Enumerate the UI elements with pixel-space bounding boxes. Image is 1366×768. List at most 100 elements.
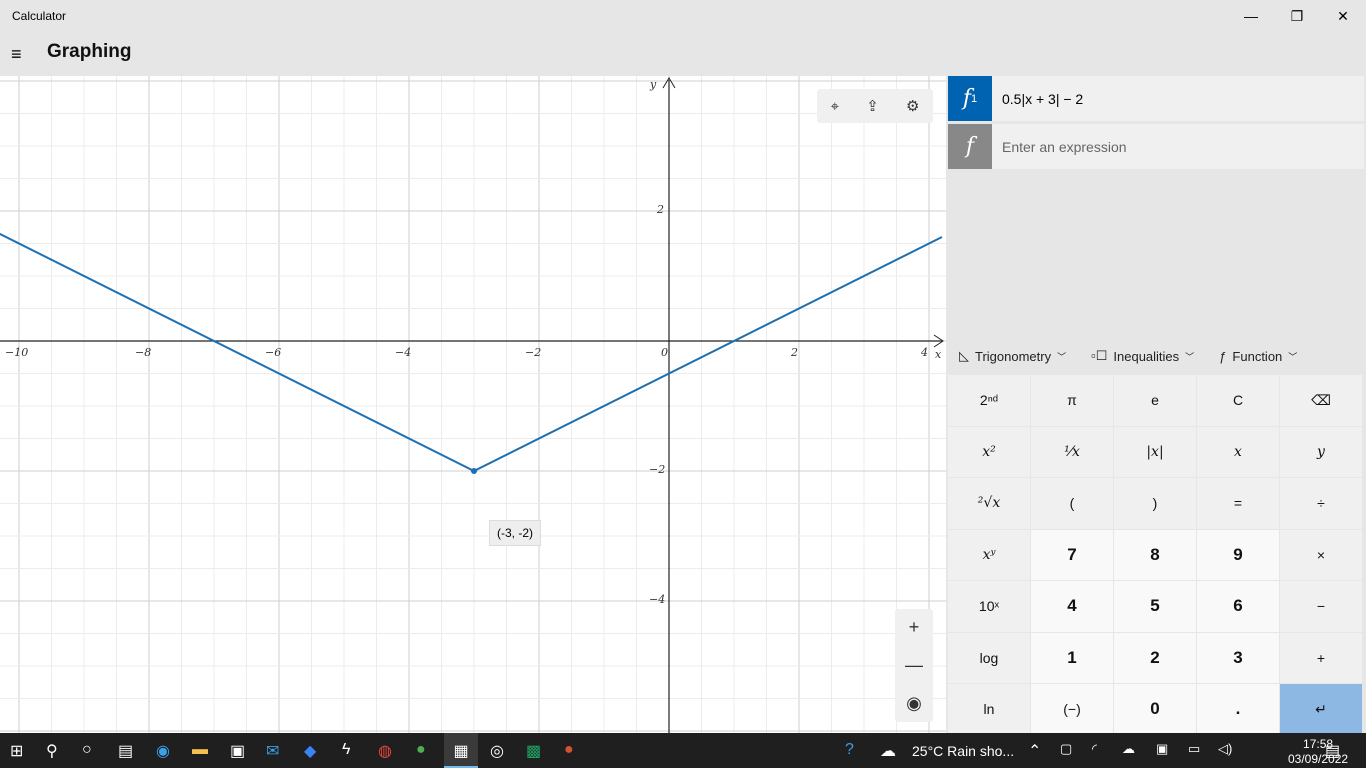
graph-settings-icon[interactable]: ⚙: [906, 97, 919, 115]
key-13[interactable]: =: [1197, 478, 1279, 529]
help-icon[interactable]: ?: [845, 741, 854, 759]
file-explorer-icon[interactable]: ▬: [192, 741, 208, 759]
key-7[interactable]: |x|: [1114, 426, 1196, 477]
key-1[interactable]: π: [1031, 375, 1113, 426]
search-icon[interactable]: ⚲: [46, 741, 58, 761]
expression-row-2[interactable]: f Enter an expression: [948, 124, 1364, 169]
onedrive-icon[interactable]: ☁: [1122, 741, 1135, 757]
chevron-down-icon: ﹀: [1288, 351, 1298, 362]
maximize-button[interactable]: ❐: [1274, 0, 1320, 32]
display-icon[interactable]: ▣: [1156, 741, 1168, 757]
key-18[interactable]: 9: [1197, 529, 1279, 580]
y-tick-label: 2: [657, 203, 664, 216]
key-32[interactable]: 0: [1114, 684, 1196, 735]
vertex-point[interactable]: [471, 468, 477, 474]
weather-icon[interactable]: ☁: [880, 741, 896, 761]
key-17[interactable]: 8: [1114, 529, 1196, 580]
app-icon[interactable]: ϟ: [342, 741, 350, 759]
share-icon[interactable]: ⇪: [866, 97, 879, 115]
key-20[interactable]: 10ˣ: [948, 581, 1030, 632]
x-tick-label: 2: [791, 346, 798, 359]
app-green-icon[interactable]: ●: [416, 741, 426, 759]
function-icon: ƒ: [1219, 348, 1227, 364]
key-29[interactable]: +: [1280, 632, 1362, 683]
minimize-button[interactable]: —: [1228, 0, 1274, 32]
key-15[interactable]: xʸ: [948, 529, 1030, 580]
expression-input[interactable]: Enter an expression: [1002, 139, 1127, 155]
title-bar: Calculator — ❐ ✕: [0, 0, 1366, 32]
close-button[interactable]: ✕: [1320, 0, 1366, 32]
key-25[interactable]: log: [948, 632, 1030, 683]
battery-icon[interactable]: ▭: [1188, 741, 1200, 757]
x-tick-label: 4: [921, 346, 928, 359]
key-31[interactable]: (−): [1031, 684, 1113, 735]
notifications-icon[interactable]: ▤: [1325, 741, 1340, 761]
chevron-up-icon[interactable]: ⌃: [1028, 741, 1041, 761]
key-11[interactable]: (: [1031, 478, 1113, 529]
chevron-down-icon: ﹀: [1057, 351, 1067, 362]
start-button[interactable]: ⊞: [10, 741, 23, 761]
volume-icon[interactable]: ◁): [1218, 741, 1232, 757]
point-tooltip: (-3, -2): [489, 520, 541, 546]
x-tick-label: −8: [135, 346, 152, 359]
key-22[interactable]: 5: [1114, 581, 1196, 632]
zoom-in-button[interactable]: +: [909, 617, 920, 638]
x-axis-label: x: [935, 348, 942, 361]
task-view-icon[interactable]: ▤: [118, 741, 133, 761]
expression-row-1[interactable]: f1 0.5|x + 3| − 2: [948, 76, 1364, 121]
wifi-icon[interactable]: ◜: [1092, 741, 1097, 757]
zoom-controls: + — ◉: [895, 609, 933, 722]
key-28[interactable]: 3: [1197, 632, 1279, 683]
calculator-taskbar-icon[interactable]: ▦: [444, 733, 478, 768]
excel-icon[interactable]: ▩: [526, 741, 541, 761]
key-3[interactable]: C: [1197, 375, 1279, 426]
key-19[interactable]: ×: [1280, 529, 1362, 580]
key-27[interactable]: 2: [1114, 632, 1196, 683]
edge-icon[interactable]: ◉: [156, 741, 170, 761]
hamburger-menu-icon[interactable]: ≡: [11, 44, 22, 65]
graph-canvas[interactable]: −10 −8 −6 −4 −2 0 2 4 2 −2 −4 y x (-3, -2): [0, 76, 946, 733]
key-26[interactable]: 1: [1031, 632, 1113, 683]
chrome-icon[interactable]: ◍: [378, 741, 392, 761]
key-34[interactable]: ↵: [1280, 684, 1362, 735]
key-6[interactable]: ¹⁄x: [1031, 426, 1113, 477]
key-16[interactable]: 7: [1031, 529, 1113, 580]
key-2[interactable]: e: [1114, 375, 1196, 426]
expression-value[interactable]: 0.5|x + 3| − 2: [1002, 91, 1083, 107]
page-title: Graphing: [47, 41, 132, 62]
key-9[interactable]: y: [1280, 426, 1362, 477]
reset-view-button[interactable]: ◉: [906, 693, 922, 714]
chevron-down-icon: ﹀: [1185, 351, 1195, 362]
dropbox-icon[interactable]: ◆: [304, 741, 316, 761]
cortana-icon[interactable]: ○: [82, 741, 92, 759]
trace-cursor-icon[interactable]: ⌖: [831, 98, 839, 115]
trigonometry-dropdown[interactable]: ◺ Trigonometry ﹀: [959, 348, 1066, 364]
mail-icon[interactable]: ✉: [266, 741, 279, 761]
y-axis-label: y: [650, 78, 657, 91]
weather-text[interactable]: 25°C Rain sho...: [912, 743, 1014, 759]
key-12[interactable]: ): [1114, 478, 1196, 529]
media-icon[interactable]: ◎: [490, 741, 504, 761]
key-14[interactable]: ÷: [1280, 478, 1362, 529]
triangle-icon: ◺: [959, 348, 969, 363]
zoom-out-button[interactable]: —: [905, 655, 923, 676]
key-24[interactable]: −: [1280, 581, 1362, 632]
key-4[interactable]: ⌫: [1280, 375, 1362, 426]
key-23[interactable]: 6: [1197, 581, 1279, 632]
key-10[interactable]: ²√x: [948, 478, 1030, 529]
key-30[interactable]: ln: [948, 684, 1030, 735]
camera-icon[interactable]: ▢: [1060, 741, 1072, 757]
key-21[interactable]: 4: [1031, 581, 1113, 632]
header: ≡ Graphing: [0, 32, 946, 76]
graph-svg: [0, 76, 946, 733]
key-0[interactable]: 2ⁿᵈ: [948, 375, 1030, 426]
inequalities-dropdown[interactable]: ▫☐ Inequalities ﹀: [1091, 348, 1194, 364]
key-5[interactable]: x²: [948, 426, 1030, 477]
function-dropdown[interactable]: ƒ Function ﹀: [1219, 349, 1297, 364]
powerpoint-icon[interactable]: ●: [564, 741, 574, 759]
key-33[interactable]: .: [1197, 684, 1279, 735]
key-8[interactable]: x: [1197, 426, 1279, 477]
store-icon[interactable]: ▣: [230, 741, 245, 761]
x-tick-label: −2: [525, 346, 542, 359]
function-color-badge[interactable]: f1: [948, 76, 992, 121]
